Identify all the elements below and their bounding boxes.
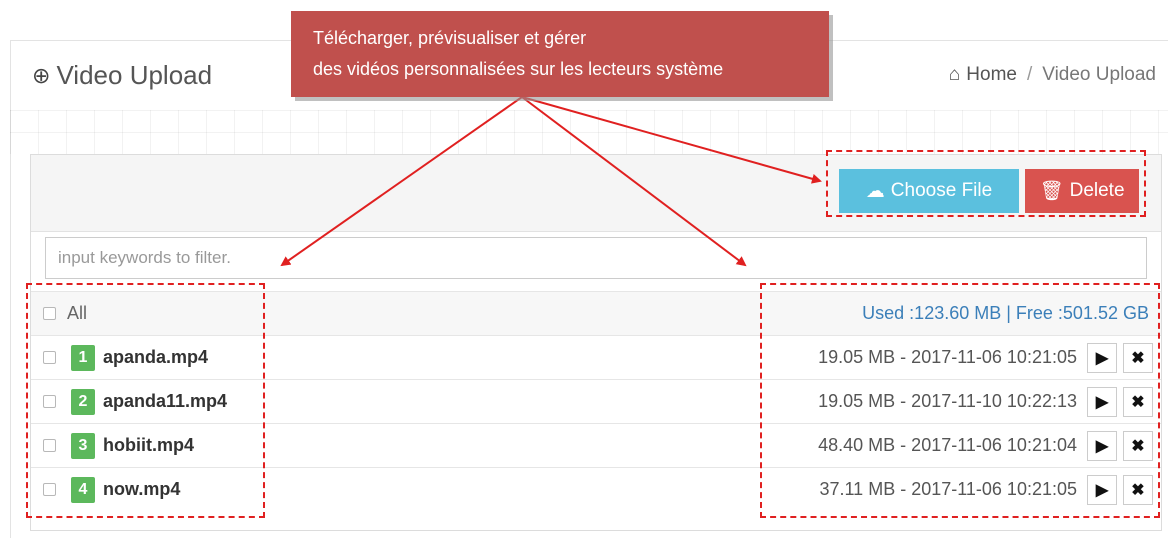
callout-line-2: des vidéos personnalisées sur les lecteu… bbox=[313, 59, 724, 79]
arrow-to-file-details bbox=[521, 96, 747, 267]
arrow-to-buttons bbox=[521, 96, 822, 184]
callout-line-1: Télécharger, prévisualiser et gérer bbox=[313, 28, 587, 48]
annotation-callout: Télécharger, prévisualiser et gérer des … bbox=[291, 11, 829, 97]
arrow-to-file-names bbox=[280, 96, 523, 267]
